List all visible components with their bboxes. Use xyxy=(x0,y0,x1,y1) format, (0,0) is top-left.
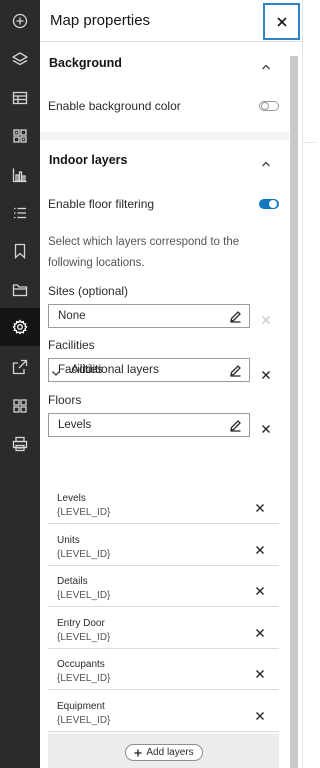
divider xyxy=(303,142,316,143)
remove-icon[interactable] xyxy=(256,624,265,637)
indoor-description: Select which layers correspond to the fo… xyxy=(48,236,240,269)
toggle-knob xyxy=(269,200,277,208)
additional-layers-title: Additional layers xyxy=(71,362,160,376)
floor-filtering-label: Enable floor filtering xyxy=(48,197,155,211)
share-icon[interactable] xyxy=(0,348,40,386)
sites-value: None xyxy=(58,310,86,322)
layer-field: {LEVEL_ID} xyxy=(57,549,111,560)
close-button[interactable] xyxy=(263,3,300,40)
panel-header: Map properties xyxy=(40,0,302,42)
layer-name: Occupants xyxy=(57,659,105,670)
remove-icon[interactable] xyxy=(256,582,265,595)
add-layers-button[interactable]: Add layers xyxy=(125,744,203,761)
layer-field: {LEVEL_ID} xyxy=(57,673,111,684)
chevron-up-icon[interactable] xyxy=(261,156,271,167)
layer-name: Details xyxy=(57,576,88,587)
sites-label: Sites (optional) xyxy=(48,284,129,298)
action-bar xyxy=(0,0,40,768)
plus-icon xyxy=(134,749,142,756)
widgets-icon[interactable] xyxy=(0,387,40,425)
add-layers-bar: Add layers xyxy=(48,734,279,768)
enable-background-toggle[interactable] xyxy=(259,101,279,111)
layer-field: {LEVEL_ID} xyxy=(57,507,111,518)
layer-name: Equipment xyxy=(57,701,105,712)
sites-field[interactable]: None xyxy=(48,304,250,328)
list-item[interactable]: Details {LEVEL_ID} xyxy=(48,566,279,607)
close-icon xyxy=(276,16,287,27)
add-icon[interactable] xyxy=(0,2,40,40)
layer-field: {LEVEL_ID} xyxy=(57,632,111,643)
settings-icon[interactable] xyxy=(0,308,40,346)
map-area[interactable] xyxy=(302,0,316,768)
additional-layers-header[interactable]: Additional layers xyxy=(48,360,278,380)
layers-icon[interactable] xyxy=(0,40,40,78)
table-icon[interactable] xyxy=(0,79,40,117)
floors-label: Floors xyxy=(48,393,82,407)
panel-title: Map properties xyxy=(50,12,151,29)
print-icon[interactable] xyxy=(0,425,40,463)
panel-scrollbar[interactable] xyxy=(289,42,302,768)
pencil-icon[interactable] xyxy=(229,310,242,323)
folder-icon[interactable] xyxy=(0,271,40,309)
remove-icon[interactable] xyxy=(256,499,265,512)
remove-icon[interactable] xyxy=(256,707,265,720)
layer-name: Entry Door xyxy=(57,618,105,629)
list-item[interactable]: Equipment {LEVEL_ID} xyxy=(48,691,279,732)
scroll-thumb[interactable] xyxy=(290,56,298,768)
floor-filtering-toggle[interactable] xyxy=(259,199,279,209)
floors-value: Levels xyxy=(58,419,92,431)
list-item[interactable]: Units {LEVEL_ID} xyxy=(48,525,279,566)
layer-name: Units xyxy=(57,535,80,546)
list-item[interactable]: Occupants {LEVEL_ID} xyxy=(48,649,279,690)
background-section-title[interactable]: Background xyxy=(49,56,122,70)
pencil-icon[interactable] xyxy=(229,419,242,432)
enable-background-label: Enable background color xyxy=(48,99,181,113)
clear-sites-icon xyxy=(262,311,272,324)
toggle-knob xyxy=(261,102,269,110)
list-item[interactable]: Entry Door {LEVEL_ID} xyxy=(48,608,279,649)
bookmark-icon[interactable] xyxy=(0,232,40,270)
clear-floors-icon[interactable] xyxy=(262,420,272,433)
floors-field[interactable]: Levels xyxy=(48,413,250,437)
remove-icon[interactable] xyxy=(256,541,265,554)
list-icon[interactable] xyxy=(0,194,40,232)
chevron-up-icon[interactable] xyxy=(261,59,271,70)
panel-content: Background Enable background color Indoo… xyxy=(40,42,289,768)
layer-field: {LEVEL_ID} xyxy=(57,590,111,601)
layer-field: {LEVEL_ID} xyxy=(57,715,111,726)
chart-icon[interactable] xyxy=(0,156,40,194)
list-item[interactable]: Levels {LEVEL_ID} xyxy=(48,483,279,524)
map-properties-panel: Map properties Background Enable backgro… xyxy=(40,0,302,768)
add-layers-label: Add layers xyxy=(146,747,194,758)
layer-name: Levels xyxy=(57,493,86,504)
chevron-down-icon xyxy=(51,365,61,376)
remove-icon[interactable] xyxy=(256,665,265,678)
indoor-section-title[interactable]: Indoor layers xyxy=(49,153,128,167)
facilities-label: Facilities xyxy=(48,338,95,352)
background-section: Background Enable background color xyxy=(40,42,289,132)
grid-icon[interactable] xyxy=(0,117,40,155)
